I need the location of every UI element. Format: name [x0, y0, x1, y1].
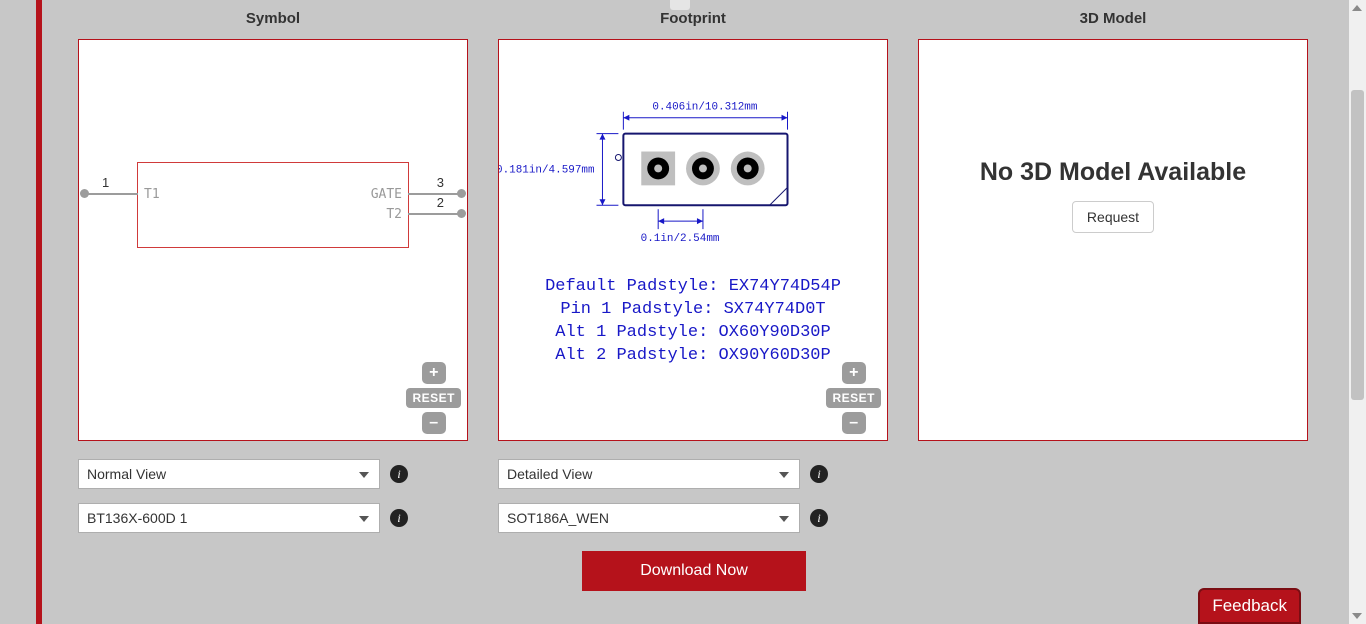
pin-label: GATE	[371, 187, 402, 202]
pin-number: 2	[437, 195, 444, 210]
zoom-reset-button[interactable]: RESET	[406, 388, 461, 408]
model3d-panel: No 3D Model Available Request	[918, 39, 1308, 441]
info-icon[interactable]: i	[810, 465, 828, 483]
model3d-header: 3D Model	[918, 10, 1308, 27]
info-icon[interactable]: i	[390, 465, 408, 483]
info-icon[interactable]: i	[810, 509, 828, 527]
collapse-nub[interactable]	[670, 0, 690, 10]
pin-label: T2	[386, 207, 402, 222]
request-3d-button[interactable]: Request	[1072, 201, 1154, 233]
left-accent-bar	[36, 0, 42, 624]
footprint-diagram: 0.406in/10.312mm 0.181in/4.597mm	[499, 60, 887, 259]
dim-left: 0.181in/4.597mm	[499, 164, 595, 176]
padstyle-pin1: Pin 1 Padstyle: SX74Y74D0T	[499, 299, 887, 322]
footprint-view-select[interactable]: Detailed View	[498, 459, 800, 489]
pin-number: 1	[102, 175, 109, 190]
padstyle-alt1: Alt 1 Padstyle: OX60Y90D30P	[499, 322, 887, 345]
scrollbar-thumb[interactable]	[1351, 90, 1364, 400]
zoom-in-button[interactable]: +	[842, 362, 866, 384]
scroll-up-icon[interactable]	[1352, 5, 1362, 11]
pin-line	[408, 213, 462, 215]
footprint-package-value: SOT186A_WEN	[507, 510, 609, 526]
footprint-view-value: Detailed View	[507, 466, 592, 482]
footprint-package-select[interactable]: SOT186A_WEN	[498, 503, 800, 533]
dim-top: 0.406in/10.312mm	[652, 102, 757, 114]
zoom-out-button[interactable]: –	[842, 412, 866, 434]
dim-bottom: 0.1in/2.54mm	[641, 233, 720, 245]
zoom-in-button[interactable]: +	[422, 362, 446, 384]
footprint-panel[interactable]: 0.406in/10.312mm 0.181in/4.597mm	[498, 39, 888, 441]
no-3d-model-text: No 3D Model Available	[919, 158, 1307, 187]
symbol-view-select[interactable]: Normal View	[78, 459, 380, 489]
pin-line	[84, 193, 138, 195]
pin-endpoint	[457, 189, 466, 198]
symbol-panel[interactable]: 1 T1 3 GATE 2 T2 + RESET –	[78, 39, 468, 441]
pin-line	[408, 193, 462, 195]
padstyle-info: Default Padstyle: EX74Y74D54P Pin 1 Pads…	[499, 276, 887, 368]
info-icon[interactable]: i	[390, 509, 408, 527]
pin-endpoint	[457, 209, 466, 218]
symbol-body: 1 T1 3 GATE 2 T2	[137, 162, 409, 248]
symbol-view-value: Normal View	[87, 466, 166, 482]
symbol-header: Symbol	[78, 10, 468, 27]
footprint-header: Footprint	[498, 10, 888, 27]
download-button[interactable]: Download Now	[582, 551, 806, 591]
symbol-diagram: 1 T1 3 GATE 2 T2	[137, 162, 409, 248]
vertical-scrollbar[interactable]	[1349, 0, 1366, 624]
pin-endpoint	[80, 189, 89, 198]
symbol-part-select[interactable]: BT136X-600D 1	[78, 503, 380, 533]
zoom-reset-button[interactable]: RESET	[826, 388, 881, 408]
scroll-down-icon[interactable]	[1352, 613, 1362, 619]
zoom-out-button[interactable]: –	[422, 412, 446, 434]
padstyle-default: Default Padstyle: EX74Y74D54P	[499, 276, 887, 299]
pin-number: 3	[437, 175, 444, 190]
symbol-part-value: BT136X-600D 1	[87, 510, 187, 526]
pin-label: T1	[144, 187, 160, 202]
feedback-tab[interactable]: Feedback	[1198, 588, 1301, 624]
